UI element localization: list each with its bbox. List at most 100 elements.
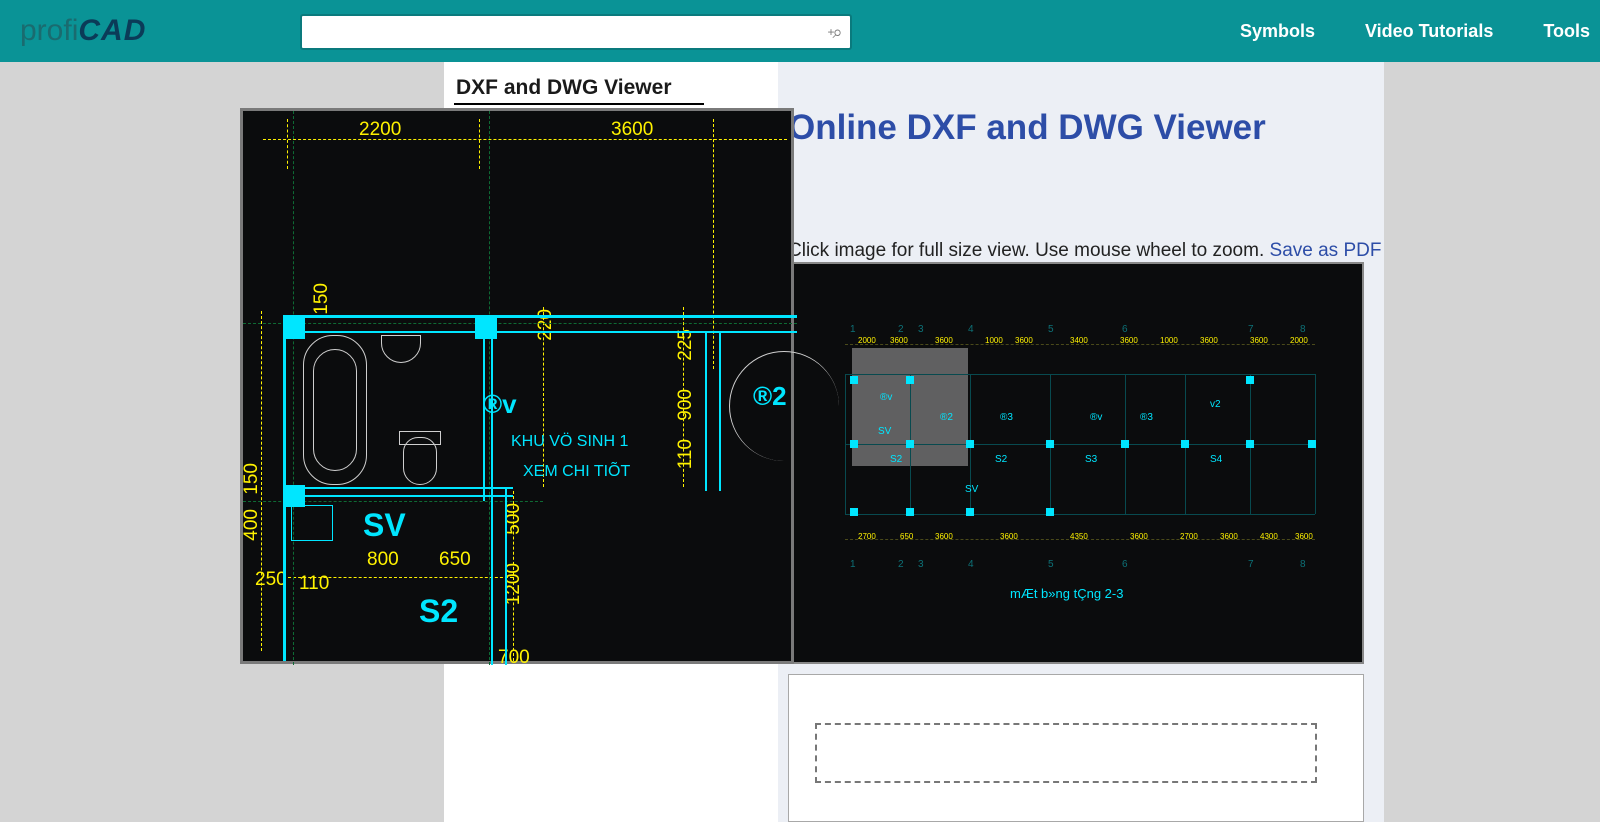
thumb-dim: 2700 — [858, 532, 876, 541]
thumb-label: ®2 — [940, 412, 953, 423]
thumb-dim: 1000 — [985, 336, 1003, 345]
zoom-dim-150: 150 — [311, 283, 333, 315]
thumb-column — [1046, 440, 1054, 448]
grid-col-2-bot: 2 — [898, 559, 904, 570]
grid-col-8-top: 8 — [1300, 324, 1306, 335]
brand-logo[interactable]: profiCAD — [20, 14, 146, 48]
zoom-dim-110b: 110 — [299, 573, 329, 595]
zoom-wall — [491, 331, 493, 665]
zoom-label-rv: ®v — [483, 389, 517, 420]
zoom-dim-400: 400 — [241, 509, 263, 541]
grid-col-2-top: 2 — [898, 324, 904, 335]
thumb-column — [966, 440, 974, 448]
thumb-dim: 2700 — [1180, 532, 1198, 541]
zoom-dim-250: 250 — [255, 569, 287, 591]
thumb-column — [966, 508, 974, 516]
zoom-wall — [283, 315, 797, 318]
search-input[interactable] — [302, 16, 818, 48]
thumb-label: ®v — [1090, 412, 1102, 423]
zoom-fixture-sink — [381, 335, 421, 363]
sidebar-tab-viewer[interactable]: DXF and DWG Viewer — [454, 70, 704, 105]
grid-col-7-top: 7 — [1248, 324, 1254, 335]
zoom-wall — [283, 487, 513, 489]
zoom-dim-225: 225 — [675, 329, 697, 361]
thumb-dim: 3600 — [1130, 532, 1148, 541]
zoom-preview-popup[interactable]: 2200 3600 150 400 150 250 220 225 900 11… — [240, 108, 794, 664]
thumb-dim: 3600 — [1000, 532, 1018, 541]
brand-right: CAD — [78, 14, 146, 47]
thumb-dim: 3600 — [1200, 336, 1218, 345]
zoom-wall — [505, 487, 507, 665]
thumb-dim: 2000 — [858, 336, 876, 345]
thumb-dim: 2000 — [1290, 336, 1308, 345]
thumb-column — [906, 508, 914, 516]
thumb-dim: 3600 — [890, 336, 908, 345]
thumb-dim: 3600 — [1295, 532, 1313, 541]
thumb-column — [850, 376, 858, 384]
t-line — [845, 374, 1315, 375]
thumb-column — [850, 508, 858, 516]
save-as-pdf-link[interactable]: Save as PDF — [1270, 240, 1382, 261]
page-title: Online DXF and DWG Viewer — [788, 108, 1266, 148]
thumb-dim: 650 — [900, 532, 913, 541]
app-header: profiCAD +⌕ Symbols Video Tutorials Tool… — [0, 0, 1600, 62]
main-content: Online DXF and DWG Viewer Click image fo… — [788, 62, 1384, 822]
thumb-label: ®v — [880, 392, 892, 403]
zoom-label-sv: SV — [363, 507, 406, 544]
thumb-dim: 4350 — [1070, 532, 1088, 541]
zoom-note-2: XEM CHI TIÕT — [523, 463, 630, 481]
thumb-column — [1181, 440, 1189, 448]
grid-col-6-top: 6 — [1122, 324, 1128, 335]
search-box[interactable]: +⌕ — [300, 14, 852, 50]
thumb-dim: 3600 — [935, 532, 953, 541]
zoom-column — [283, 485, 305, 507]
drawing-thumbnail[interactable]: 1 2 3 4 5 6 7 8 2000 3600 3600 1000 3600… — [788, 262, 1364, 664]
thumb-column — [850, 440, 858, 448]
zoom-fixture-bathtub-inner — [313, 349, 357, 471]
zoom-dim-3600: 3600 — [611, 119, 653, 141]
t-line — [845, 444, 1315, 445]
thumb-column — [1246, 376, 1254, 384]
nav-symbols[interactable]: Symbols — [1240, 21, 1315, 42]
zoom-dim-2200: 2200 — [359, 119, 401, 141]
thumb-label: S2 — [890, 454, 902, 465]
thumb-dim: 1000 — [1160, 336, 1178, 345]
zoom-fixture-cooktop — [291, 505, 333, 541]
zoom-dimline — [263, 139, 787, 140]
grid-col-3-top: 3 — [918, 324, 924, 335]
thumb-label: SV — [965, 484, 978, 495]
thumb-column — [906, 440, 914, 448]
grid-col-7-bot: 7 — [1248, 559, 1254, 570]
thumb-label: ®3 — [1140, 412, 1153, 423]
thumb-dim: 3600 — [1220, 532, 1238, 541]
zoom-dim-110: 110 — [675, 439, 697, 469]
top-nav: Symbols Video Tutorials Tools — [1240, 0, 1590, 62]
zoom-label-s2: S2 — [419, 593, 458, 630]
thumb-caption: mÆt b»ng tÇng 2-3 — [1010, 586, 1123, 601]
zoom-dim-800: 800 — [367, 549, 399, 571]
zoom-grid-line — [293, 111, 294, 665]
thumb-dim: 3600 — [1015, 336, 1033, 345]
thumb-column — [1308, 440, 1316, 448]
thumb-label: S4 — [1210, 454, 1222, 465]
nav-tools[interactable]: Tools — [1543, 21, 1590, 42]
thumb-dim: 4300 — [1260, 532, 1278, 541]
search-icon[interactable]: +⌕ — [818, 22, 850, 43]
zoom-dim-900: 900 — [675, 389, 697, 421]
thumb-column — [1121, 440, 1129, 448]
grid-col-1-top: 1 — [850, 324, 856, 335]
zoom-fixture-toilet-tank — [399, 431, 441, 445]
grid-col-6-bot: 6 — [1122, 559, 1128, 570]
zoom-note-1: KHU VÖ SINH 1 — [511, 433, 628, 451]
thumb-label: ®3 — [1000, 412, 1013, 423]
file-drop-zone[interactable] — [815, 723, 1317, 783]
nav-tutorials[interactable]: Video Tutorials — [1365, 21, 1493, 42]
zoom-column — [475, 317, 497, 339]
zoom-wall — [719, 331, 721, 491]
thumb-label: S2 — [995, 454, 1007, 465]
thumb-dim: 3600 — [1120, 336, 1138, 345]
zoom-label-r2: ®2 — [753, 381, 787, 412]
thumb-dim: 3400 — [1070, 336, 1088, 345]
thumb-label: v2 — [1210, 399, 1221, 410]
grid-col-5-top: 5 — [1048, 324, 1054, 335]
